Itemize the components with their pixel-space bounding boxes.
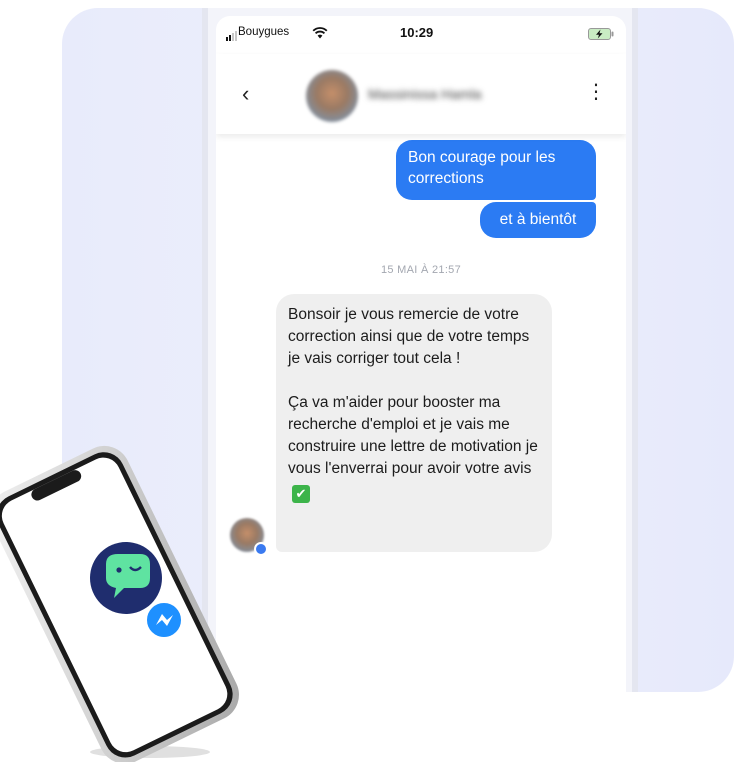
messenger-icon <box>145 601 183 639</box>
white-check-mark-icon: ✔ <box>292 485 310 503</box>
message-timestamp: 15 MAI À 21:57 <box>380 264 462 276</box>
signal-icon <box>226 31 237 41</box>
phone-screen: Bouygues 10:29 ‹ Massinissa Hamla ⋮ Bon … <box>216 16 626 692</box>
illustration-phone <box>0 445 239 762</box>
contact-avatar[interactable] <box>306 70 358 122</box>
contact-name[interactable]: Massinissa Hamla <box>368 86 482 102</box>
chat-app-logo-icon <box>90 542 162 614</box>
conversation-header: ‹ Massinissa Hamla ⋮ <box>216 54 626 134</box>
wifi-icon <box>312 27 328 39</box>
status-bar: Bouygues 10:29 <box>216 16 626 54</box>
status-time: 10:29 <box>400 25 434 40</box>
back-chevron-icon[interactable]: ‹ <box>242 81 249 107</box>
kebab-menu-icon[interactable]: ⋮ <box>586 82 606 102</box>
incoming-message-paragraph: Ça va m'aider pour booster ma recherche … <box>288 392 540 503</box>
incoming-message-paragraph: Bonsoir je vous remercie de votre correc… <box>288 306 530 367</box>
incoming-message-text: Ça va m'aider pour booster ma recherche … <box>288 394 538 477</box>
outgoing-message[interactable]: et à bientôt <box>480 202 596 238</box>
incoming-message[interactable]: Bonsoir je vous remercie de votre correc… <box>276 294 552 552</box>
outgoing-message[interactable]: Bon courage pour les corrections <box>396 140 596 200</box>
battery-charging-icon <box>588 28 614 40</box>
carrier-name: Bouygues <box>238 26 290 38</box>
